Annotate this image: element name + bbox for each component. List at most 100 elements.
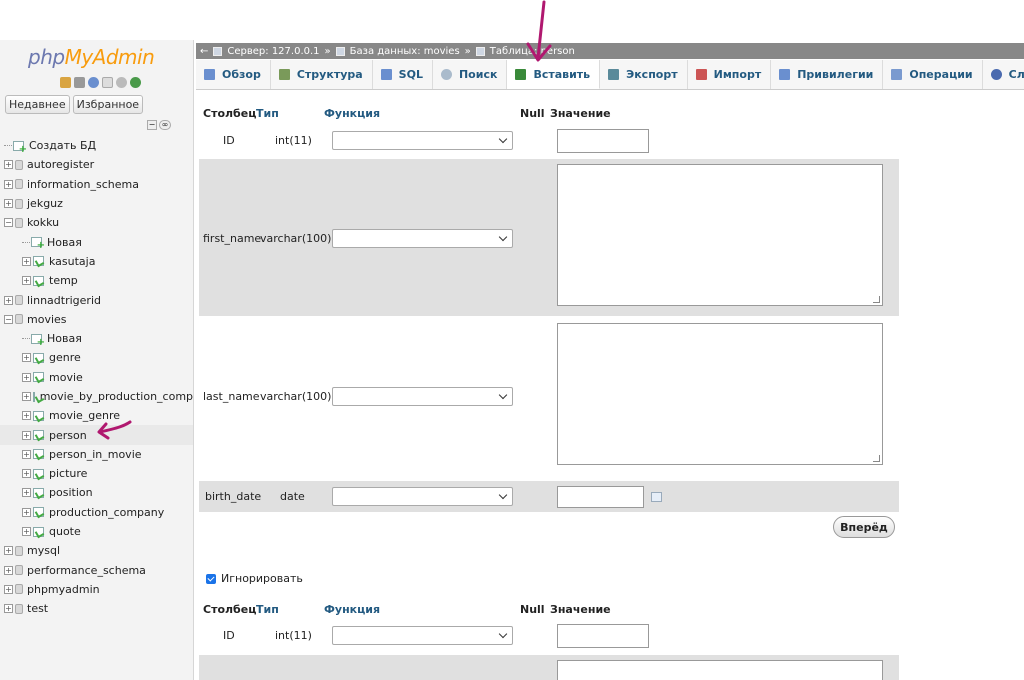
- tree-item-movie-genre[interactable]: + movie_genre: [0, 406, 193, 425]
- expand-icon[interactable]: +: [4, 584, 13, 594]
- tree-item-linnadtrigerid[interactable]: + linnadtrigerid: [0, 290, 193, 309]
- tree-item-mysql[interactable]: + mysql: [0, 541, 193, 560]
- tracking-icon: [990, 69, 1002, 80]
- tab-import[interactable]: Импорт: [688, 60, 772, 89]
- phpmyadmin-logo[interactable]: phpMyAdmin: [28, 45, 155, 69]
- tree-item-create-db[interactable]: Создать БД: [0, 136, 193, 155]
- header-function[interactable]: Функция: [324, 107, 520, 120]
- function-select[interactable]: [332, 487, 513, 506]
- tree-item-temp[interactable]: + temp: [0, 271, 193, 290]
- value-textarea-last-name[interactable]: [557, 323, 883, 465]
- breadcrumb-database[interactable]: База данных: movies: [350, 46, 460, 57]
- calendar-icon[interactable]: [651, 492, 662, 502]
- value-textarea-first-name[interactable]: [557, 660, 883, 680]
- expand-icon[interactable]: +: [4, 160, 13, 170]
- tree-item-person[interactable]: + person: [0, 425, 193, 445]
- expand-icon[interactable]: +: [22, 372, 31, 382]
- expand-icon[interactable]: +: [22, 488, 31, 498]
- tab-favorites[interactable]: Избранное: [72, 95, 144, 114]
- tree-item-phpmyadmin[interactable]: + phpmyadmin: [0, 580, 193, 599]
- expand-icon[interactable]: +: [22, 449, 31, 459]
- value-input-id[interactable]: [557, 129, 649, 153]
- tab-browse[interactable]: Обзор: [196, 60, 271, 89]
- function-select[interactable]: [332, 626, 513, 645]
- docs-icon[interactable]: [102, 77, 113, 88]
- reload-icon[interactable]: [130, 77, 141, 88]
- header-value: Значение: [550, 106, 611, 120]
- settings-icon[interactable]: [116, 77, 127, 88]
- header-type[interactable]: Тип: [256, 107, 324, 120]
- tree-item-performance-schema[interactable]: + performance_schema: [0, 561, 193, 580]
- logout-icon[interactable]: [74, 77, 85, 88]
- header-type[interactable]: Тип: [256, 603, 324, 616]
- tab-privileges[interactable]: Привилегии: [771, 60, 884, 89]
- field-row-first-name: first_name varchar(100): [199, 158, 899, 316]
- collapse-all-icon[interactable]: −: [147, 120, 157, 130]
- tree-item-genre[interactable]: + genre: [0, 348, 193, 367]
- expand-icon[interactable]: +: [4, 199, 13, 209]
- tree-item-movie[interactable]: + movie: [0, 368, 193, 387]
- tree-item-production-company[interactable]: + production_company: [0, 503, 193, 522]
- link-icon[interactable]: ∞: [159, 120, 171, 130]
- tree-item-information-schema[interactable]: + information_schema: [0, 175, 193, 194]
- value-input-birth-date[interactable]: [557, 486, 644, 508]
- expand-icon[interactable]: +: [22, 353, 31, 363]
- value-textarea-first-name[interactable]: [557, 164, 883, 306]
- tree-item-jekguz[interactable]: + jekguz: [0, 194, 193, 213]
- breadcrumb: ← Сервер: 127.0.0.1 » База данных: movie…: [196, 43, 1024, 59]
- expand-icon[interactable]: +: [22, 256, 31, 266]
- tree-item-test[interactable]: + test: [0, 599, 193, 618]
- tree-item-kasutaja[interactable]: + kasutaja: [0, 252, 193, 271]
- tree-item-movies-new[interactable]: Новая: [0, 329, 193, 348]
- header-function[interactable]: Функция: [324, 603, 520, 616]
- field-row-id: ID int(11): [199, 122, 899, 158]
- tab-operations[interactable]: Операции: [883, 60, 983, 89]
- tree-item-quote[interactable]: + quote: [0, 522, 193, 541]
- tree-item-picture[interactable]: + picture: [0, 464, 193, 483]
- tree-item-kokku[interactable]: − kokku: [0, 213, 193, 232]
- value-input-id[interactable]: [557, 624, 649, 648]
- function-select[interactable]: [332, 387, 513, 406]
- tree-item-movie-by-production-company[interactable]: + movie_by_production_compa: [0, 387, 193, 406]
- expand-icon[interactable]: +: [22, 469, 31, 479]
- expand-icon[interactable]: +: [4, 546, 13, 556]
- function-select[interactable]: [332, 131, 513, 150]
- database-icon: [15, 159, 23, 170]
- home-icon[interactable]: [60, 77, 71, 88]
- tab-search[interactable]: Поиск: [433, 60, 508, 89]
- breadcrumb-server[interactable]: Сервер: 127.0.0.1: [227, 46, 319, 57]
- tree-item-person-in-movie[interactable]: + person_in_movie: [0, 445, 193, 464]
- tab-tracking[interactable]: Слежение: [983, 60, 1024, 89]
- expand-icon[interactable]: +: [4, 295, 13, 305]
- tree-item-autoregister[interactable]: + autoregister: [0, 155, 193, 174]
- collapse-icon[interactable]: −: [4, 314, 13, 324]
- ignore-checkbox-row[interactable]: Игнорировать: [206, 572, 303, 585]
- table-icon: [475, 46, 485, 56]
- expand-icon[interactable]: +: [22, 430, 31, 440]
- expand-icon[interactable]: +: [22, 392, 31, 401]
- expand-icon[interactable]: +: [4, 565, 13, 575]
- collapse-icon[interactable]: −: [4, 218, 13, 228]
- back-arrow-icon[interactable]: ←: [200, 46, 208, 57]
- expand-icon[interactable]: +: [4, 604, 13, 614]
- expand-icon[interactable]: +: [22, 411, 31, 421]
- expand-icon[interactable]: +: [22, 527, 31, 537]
- function-select[interactable]: [332, 229, 513, 248]
- breadcrumb-table[interactable]: Таблица: person: [490, 46, 575, 57]
- go-button[interactable]: Вперёд: [833, 516, 895, 538]
- expand-icon[interactable]: +: [4, 179, 13, 189]
- tree-item-position[interactable]: + position: [0, 483, 193, 502]
- ignore-checkbox[interactable]: [206, 573, 216, 584]
- tab-structure[interactable]: Структура: [271, 60, 373, 89]
- expand-icon[interactable]: +: [22, 507, 31, 517]
- expand-icon[interactable]: +: [22, 276, 31, 286]
- database-icon: [15, 314, 23, 325]
- tree-item-movies[interactable]: − movies: [0, 310, 193, 329]
- tab-sql[interactable]: SQL: [373, 60, 433, 89]
- tab-recent[interactable]: Недавнее: [5, 95, 70, 114]
- help-icon[interactable]: [88, 77, 99, 88]
- tab-insert[interactable]: Вставить: [507, 60, 601, 89]
- database-tree: Создать БД + autoregister + information_…: [0, 136, 193, 618]
- tab-export[interactable]: Экспорт: [600, 60, 688, 89]
- tree-item-kokku-new[interactable]: Новая: [0, 232, 193, 251]
